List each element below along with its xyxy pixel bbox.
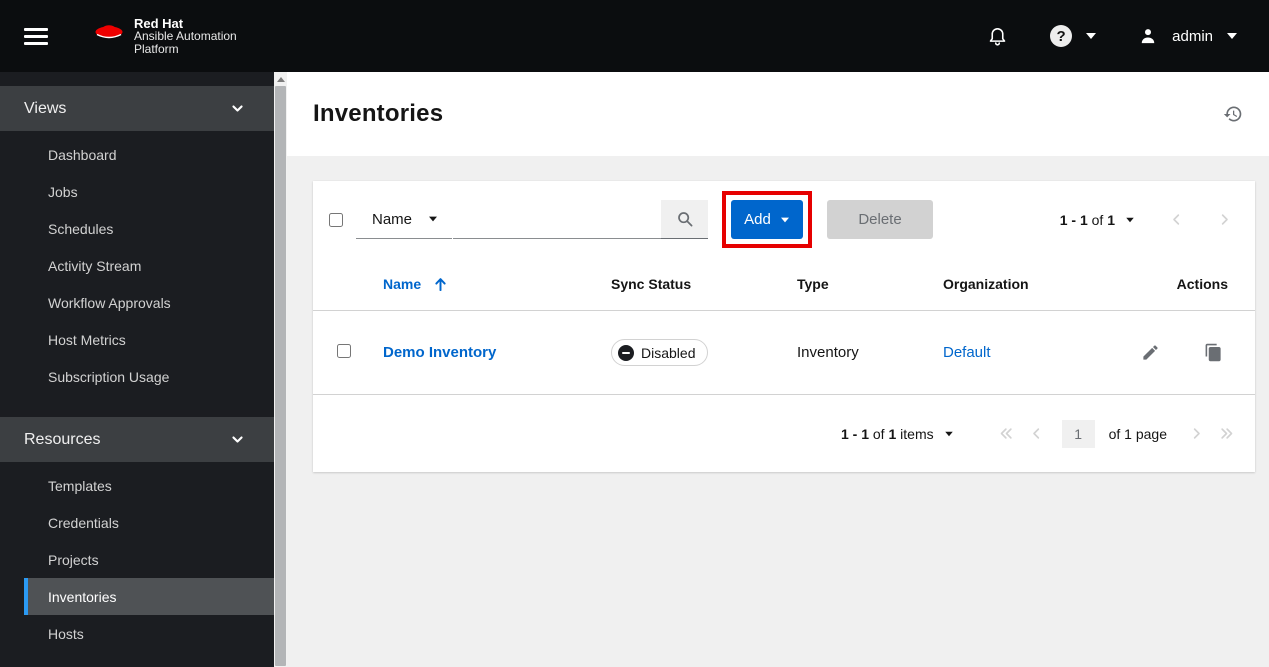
filter-type-value: Name — [372, 210, 413, 228]
filter-type-select[interactable]: Name — [356, 200, 452, 239]
search-button[interactable] — [661, 200, 708, 239]
chevron-down-icon — [1227, 33, 1237, 39]
sort-ascending-arrow-icon — [435, 277, 446, 291]
search-icon — [677, 212, 692, 227]
chevron-right-icon — [1221, 214, 1228, 225]
user-icon — [1141, 29, 1155, 44]
copy-icon — [1205, 343, 1221, 362]
inventories-list-card: Name Add Delete 1 - 1 of 1 Name Sync Sta… — [313, 181, 1255, 472]
column-header-sync-status: Sync Status — [611, 276, 692, 292]
table-header-row: Name Sync Status Type Organization Actio… — [313, 258, 1255, 311]
row-select-checkbox[interactable] — [337, 343, 351, 358]
history-icon — [1223, 106, 1242, 122]
masthead: Red Hat Ansible Automation Platform ? ad… — [0, 0, 1269, 72]
scrollbar-up-arrow-icon[interactable] — [276, 77, 285, 82]
sidebar-item-templates: Templates — [48, 477, 112, 494]
sidebar-item-hosts: Hosts — [48, 625, 84, 642]
notifications-button[interactable] — [987, 25, 1008, 48]
scrollbar-thumb[interactable] — [275, 86, 286, 666]
chevron-down-icon — [780, 217, 789, 222]
column-header-name[interactable]: Name — [383, 276, 611, 292]
help-menu[interactable]: ? — [1050, 25, 1097, 47]
chevron-down-icon — [232, 105, 243, 112]
chevron-down-icon — [1086, 33, 1097, 39]
inventory-name-link[interactable]: Demo Inventory — [383, 344, 496, 361]
edit-inventory-button[interactable] — [1141, 343, 1160, 362]
sidebar-item-subscription-usage: Subscription Usage — [48, 368, 170, 385]
page-header: Inventories — [287, 72, 1269, 156]
top-pagination: 1 - 1 of 1 — [1060, 202, 1239, 238]
nav-group-resources[interactable]: Resources — [0, 417, 274, 462]
sidebar-nav: Views Dashboard Jobs Schedules Activity … — [0, 72, 274, 667]
double-chevron-left-icon — [1000, 428, 1012, 439]
add-button[interactable]: Add — [731, 200, 803, 239]
brand-logo: Red Hat Ansible Automation Platform — [92, 17, 237, 56]
sidebar-item-workflow-approvals: Workflow Approvals — [48, 294, 171, 311]
sidebar-item-jobs: Jobs — [48, 183, 78, 200]
organization-link[interactable]: Default — [943, 344, 991, 361]
nav-group-views[interactable]: Views — [0, 86, 274, 131]
table-row: Demo Inventory Disabled Inventory Defaul… — [313, 311, 1255, 395]
previous-page-button[interactable] — [1022, 416, 1052, 452]
pencil-icon — [1143, 345, 1158, 360]
chevron-left-icon — [1172, 214, 1179, 225]
page-title: Inventories — [313, 100, 444, 127]
vertical-scrollbar[interactable] — [274, 72, 287, 667]
sidebar-item-credentials: Credentials — [48, 514, 119, 531]
brand-product-line2: Platform — [134, 41, 179, 56]
copy-inventory-button[interactable] — [1204, 343, 1223, 362]
page-count-label: of 1 page — [1108, 425, 1167, 442]
brand-product-line1: Ansible Automation — [134, 28, 237, 43]
bell-icon — [989, 27, 1006, 46]
next-page-button[interactable] — [1181, 416, 1211, 452]
items-per-page-select[interactable]: 1 - 1 of 1 items — [841, 426, 954, 442]
sidebar-item-projects: Projects — [48, 551, 99, 568]
previous-page-button[interactable] — [1161, 202, 1191, 238]
chevron-down-icon — [944, 431, 953, 436]
user-name: admin — [1172, 27, 1213, 45]
sidebar-item-schedules: Schedules — [48, 220, 114, 237]
chevron-down-icon — [429, 216, 437, 222]
last-page-button[interactable] — [1211, 416, 1241, 452]
inventory-type-cell: Inventory — [797, 344, 859, 361]
sidebar-item-host-metrics: Host Metrics — [48, 331, 126, 348]
history-button[interactable] — [1223, 104, 1243, 124]
nav-toggle-icon[interactable] — [24, 27, 48, 45]
next-page-button[interactable] — [1209, 202, 1239, 238]
search-input[interactable] — [453, 200, 661, 239]
brand-name: Red Hat — [134, 15, 184, 31]
nav-group-views-label: Views — [24, 99, 67, 117]
column-header-type: Type — [797, 276, 829, 292]
current-page-input[interactable] — [1061, 419, 1095, 448]
nav-group-resources-label: Resources — [24, 430, 101, 448]
delete-button[interactable]: Delete — [827, 200, 933, 239]
select-all-checkbox[interactable] — [329, 212, 343, 227]
sidebar-item-activity-stream: Activity Stream — [48, 257, 142, 274]
question-circle-icon: ? — [1050, 25, 1073, 47]
column-header-organization: Organization — [943, 276, 1029, 292]
chevron-down-icon — [232, 436, 243, 443]
user-menu[interactable]: admin — [1138, 26, 1237, 46]
chevron-left-icon — [1033, 428, 1040, 439]
chevron-right-icon — [1193, 428, 1200, 439]
bottom-pagination: 1 - 1 of 1 items of 1 page — [313, 395, 1255, 472]
column-header-actions: Actions — [1176, 276, 1228, 292]
first-page-button[interactable] — [992, 416, 1022, 452]
add-button-annotation-box: Add — [722, 191, 812, 248]
redhat-hat-icon — [95, 24, 123, 38]
sidebar-item-dashboard: Dashboard — [48, 146, 117, 163]
sidebar-item-inventories: Inventories — [24, 578, 274, 615]
double-chevron-right-icon — [1220, 428, 1232, 439]
disabled-minus-circle-icon — [618, 344, 634, 361]
pagination-range[interactable]: 1 - 1 of 1 — [1060, 212, 1115, 228]
list-toolbar: Name Add Delete 1 - 1 of 1 — [313, 181, 1255, 258]
chevron-down-icon[interactable] — [1126, 217, 1134, 222]
sync-status-badge[interactable]: Disabled — [611, 339, 709, 366]
